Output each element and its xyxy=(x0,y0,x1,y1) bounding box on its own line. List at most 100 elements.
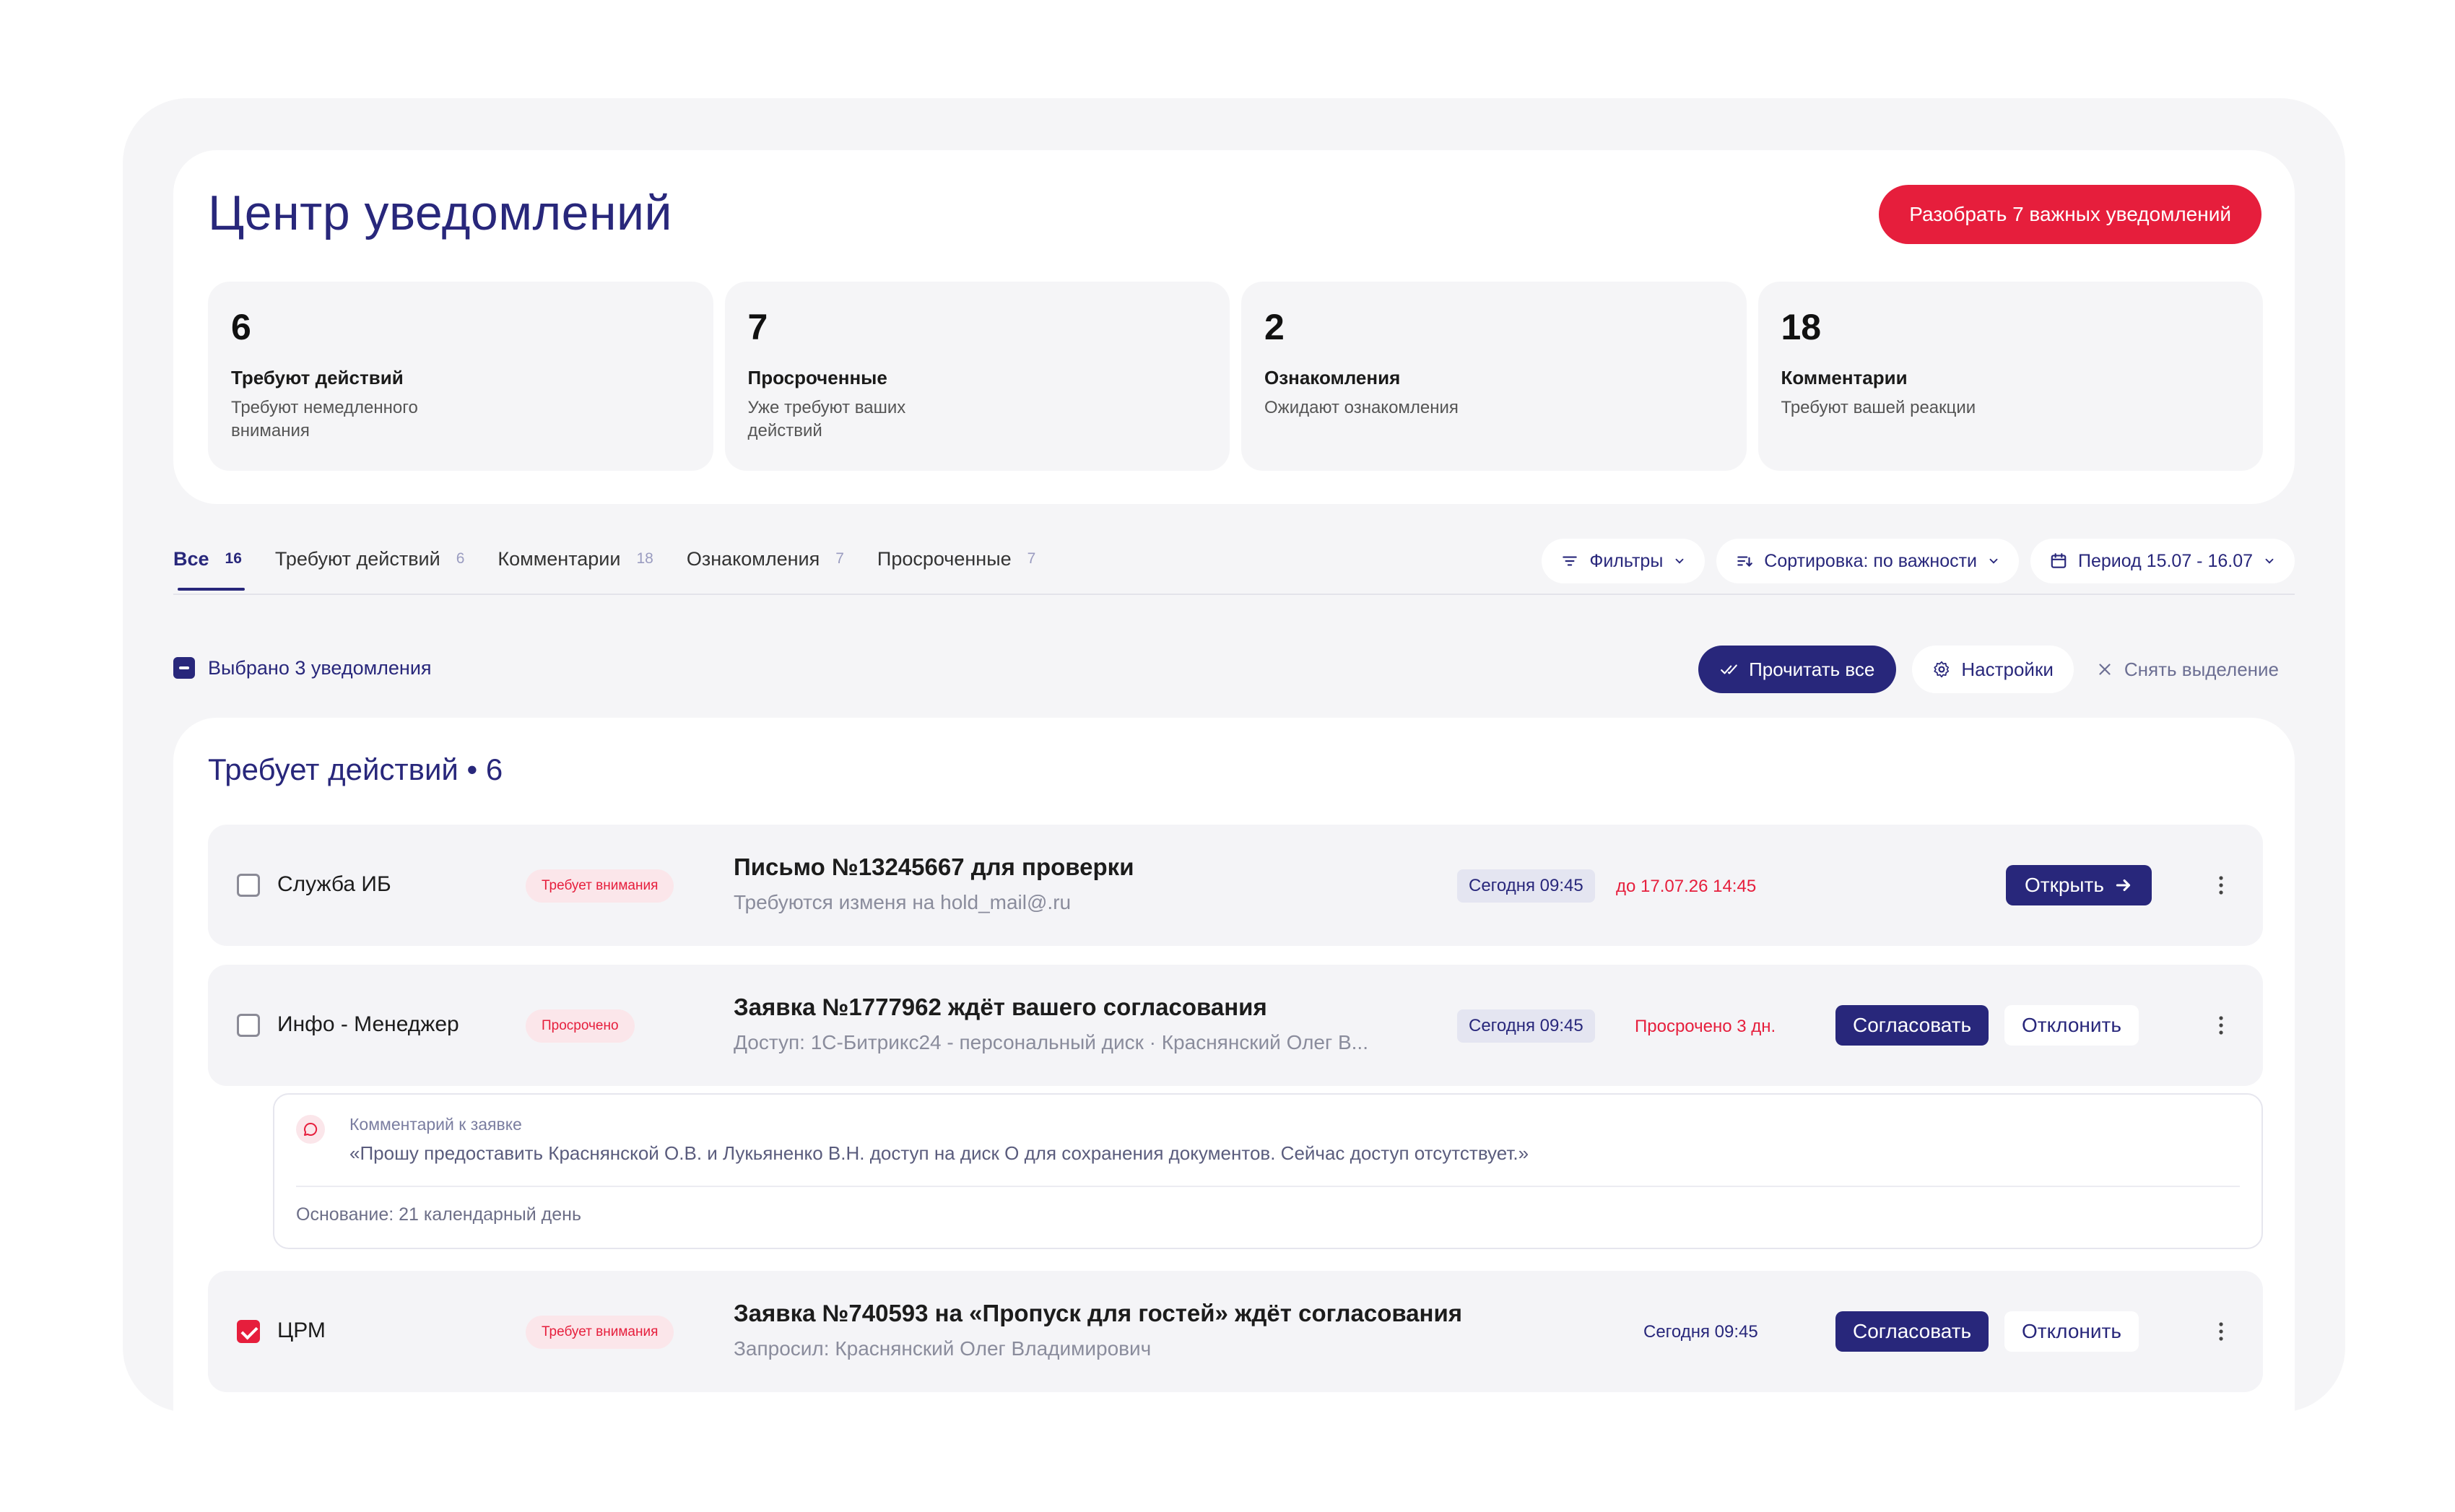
settings-label: Настройки xyxy=(1961,658,2054,680)
sender-name: ЦРМ xyxy=(277,1318,326,1342)
comment-box: Комментарий к заявке «Прошу предоставить… xyxy=(273,1093,2263,1249)
open-button[interactable]: Открыть xyxy=(2006,865,2152,905)
gear-icon xyxy=(1934,661,1950,678)
stat-title: Просроченные xyxy=(747,367,887,388)
sort-icon xyxy=(1737,556,1753,568)
tab-acknowledgements[interactable]: Ознакомления 7 xyxy=(687,536,844,582)
comment-basis: Основание: 21 календарный день xyxy=(296,1204,581,1225)
settings-button[interactable]: Настройки xyxy=(1912,646,2074,693)
notification-title: Письмо №13245667 для проверки xyxy=(734,853,1134,880)
tab-comments[interactable]: Комментарии 18 xyxy=(497,536,653,582)
sender-name: Инфо - Менеджер xyxy=(277,1012,459,1036)
stat-value: 2 xyxy=(1264,307,1285,347)
tab-overdue[interactable]: Просроченные 7 xyxy=(877,536,1035,582)
comment-text: «Прошу предоставить Краснянской О.В. и Л… xyxy=(349,1142,1529,1164)
clear-selection-label: Снять выделение xyxy=(2124,658,2279,680)
more-vertical-icon[interactable] xyxy=(2218,1015,2224,1035)
calendar-icon xyxy=(2051,553,2067,568)
deadline: до 17.07.26 14:45 xyxy=(1616,877,1757,896)
tab-count: 7 xyxy=(1027,550,1036,567)
row-checkbox[interactable] xyxy=(237,1014,260,1037)
notification-row[interactable]: ЦРМ Требует внимания Заявка №740593 на «… xyxy=(208,1271,2263,1392)
selection-actions: Прочитать все Настройки Снять выделение xyxy=(1698,646,2285,693)
status-badge: Требует внимания xyxy=(526,1316,674,1349)
selection-count-label: Выбрано 3 уведомления xyxy=(208,657,432,679)
header-card: Центр уведомлений Разобрать 7 важных уве… xyxy=(173,150,2295,504)
notification-subtitle: Требуются изменя на hold_mail@.ru xyxy=(734,891,1072,913)
tab-all[interactable]: Все 16 xyxy=(173,536,245,591)
filter-tabs: Все 16 Требуют действий 6 Комментарии 18… xyxy=(173,536,1069,591)
stat-card-comments[interactable]: 18 Комментарии Требуют вашей реакции xyxy=(1757,282,2263,471)
app-container: Центр уведомлений Разобрать 7 важных уве… xyxy=(123,98,2345,1512)
comment-icon xyxy=(296,1115,325,1144)
more-vertical-icon[interactable] xyxy=(2218,875,2224,895)
tab-label: Ознакомления xyxy=(686,547,820,570)
timestamp: Сегодня 09:45 xyxy=(1457,1009,1595,1043)
filter-icon xyxy=(1563,556,1578,566)
tab-label: Комментарии xyxy=(497,547,621,570)
sender-name: Служба ИБ xyxy=(277,872,391,896)
sort-label: Сортировка: по важности xyxy=(1764,550,1978,571)
status-badge: Требует внимания xyxy=(526,869,674,903)
stat-desc: Требуют вашей реакции xyxy=(1781,398,1976,417)
arrow-right-icon xyxy=(2116,879,2131,892)
stat-value: 18 xyxy=(1781,307,1822,347)
period-button[interactable]: Период 15.07 - 16.07 xyxy=(2030,539,2295,583)
row-checkbox[interactable] xyxy=(237,1320,260,1343)
period-label: Период 15.07 - 16.07 xyxy=(2078,550,2253,571)
tab-count: 16 xyxy=(225,550,242,567)
stat-desc: Уже требуют ваших действий xyxy=(747,398,906,440)
notification-title: Заявка №740593 на «Пропуск для гостей» ж… xyxy=(734,1300,1463,1326)
stat-card-actions[interactable]: 6 Требуют действий Требуют немедленного … xyxy=(208,282,713,471)
timestamp: Сегодня 09:45 xyxy=(1457,869,1595,903)
group-title: Требует действий • 6 xyxy=(208,752,503,786)
reject-button[interactable]: Отклонить xyxy=(2004,1311,2139,1352)
filters-button[interactable]: Фильтры xyxy=(1542,539,1706,583)
approve-button[interactable]: Согласовать xyxy=(1835,1005,1989,1046)
row-checkbox[interactable] xyxy=(237,874,260,897)
stat-desc: Ожидают ознакомления xyxy=(1264,398,1459,417)
more-vertical-icon[interactable] xyxy=(2218,1321,2224,1342)
clear-selection-button[interactable]: Снять выделение xyxy=(2090,646,2285,693)
tab-label: Все xyxy=(173,547,209,570)
open-label: Открыть xyxy=(2025,874,2104,896)
reject-button[interactable]: Отклонить xyxy=(2004,1005,2139,1046)
notification-row[interactable]: Инфо - Менеджер Просрочено Заявка №17779… xyxy=(208,965,2263,1086)
tab-requires-action[interactable]: Требуют действий 6 xyxy=(275,536,465,582)
select-all-checkbox[interactable] xyxy=(173,657,195,679)
stat-value: 7 xyxy=(747,307,768,347)
notification-subtitle: Запросил: Краснянский Олег Владимирович xyxy=(734,1337,1152,1360)
toolbar: Фильтры Сортировка: по важности Период 1… xyxy=(1542,539,2295,583)
stat-desc: Требуют немедленного внимания xyxy=(231,398,418,440)
selection-bar: Выбрано 3 уведомления Прочитать все Наст… xyxy=(173,641,2295,693)
close-icon xyxy=(2099,664,2111,675)
triage-important-button[interactable]: Разобрать 7 важных уведомлений xyxy=(1879,185,2261,244)
tab-count: 7 xyxy=(835,550,844,567)
comment-divider xyxy=(296,1186,2240,1187)
chevron-down-icon xyxy=(1989,558,1998,564)
action-group-card: Требует действий • 6 Служба ИБ Требует в… xyxy=(173,718,2295,1512)
stats-row: 6 Требуют действий Требуют немедленного … xyxy=(208,282,2263,471)
tab-count: 6 xyxy=(456,550,465,567)
sort-button[interactable]: Сортировка: по важности xyxy=(1716,539,2020,583)
stat-card-overdue[interactable]: 7 Просроченные Уже требуют ваших действи… xyxy=(724,282,1230,471)
chevron-down-icon xyxy=(2265,558,2274,564)
filters-label: Фильтры xyxy=(1589,550,1664,571)
tab-label: Требуют действий xyxy=(274,547,440,570)
approve-button[interactable]: Согласовать xyxy=(1835,1311,1989,1352)
status-badge: Просрочено xyxy=(526,1009,635,1043)
tabs-divider xyxy=(173,594,2295,595)
stat-title: Комментарии xyxy=(1781,367,1908,388)
comment-label: Комментарий к заявке xyxy=(349,1115,522,1134)
notification-title: Заявка №1777962 ждёт вашего согласования xyxy=(734,994,1267,1020)
tab-label: Просроченные xyxy=(877,547,1012,570)
read-all-button[interactable]: Прочитать все xyxy=(1698,646,1897,693)
double-check-icon xyxy=(1721,664,1737,674)
stat-value: 6 xyxy=(231,307,251,347)
stat-card-acknowledge[interactable]: 2 Ознакомления Ожидают ознакомления xyxy=(1241,282,1747,471)
overdue-label: Просрочено 3 дн. xyxy=(1635,1017,1776,1036)
notification-row[interactable]: Служба ИБ Требует внимания Письмо №13245… xyxy=(208,825,2263,946)
stat-title: Требуют действий xyxy=(231,367,404,388)
tab-count: 18 xyxy=(636,550,653,567)
timestamp: Сегодня 09:45 xyxy=(1643,1322,1758,1342)
